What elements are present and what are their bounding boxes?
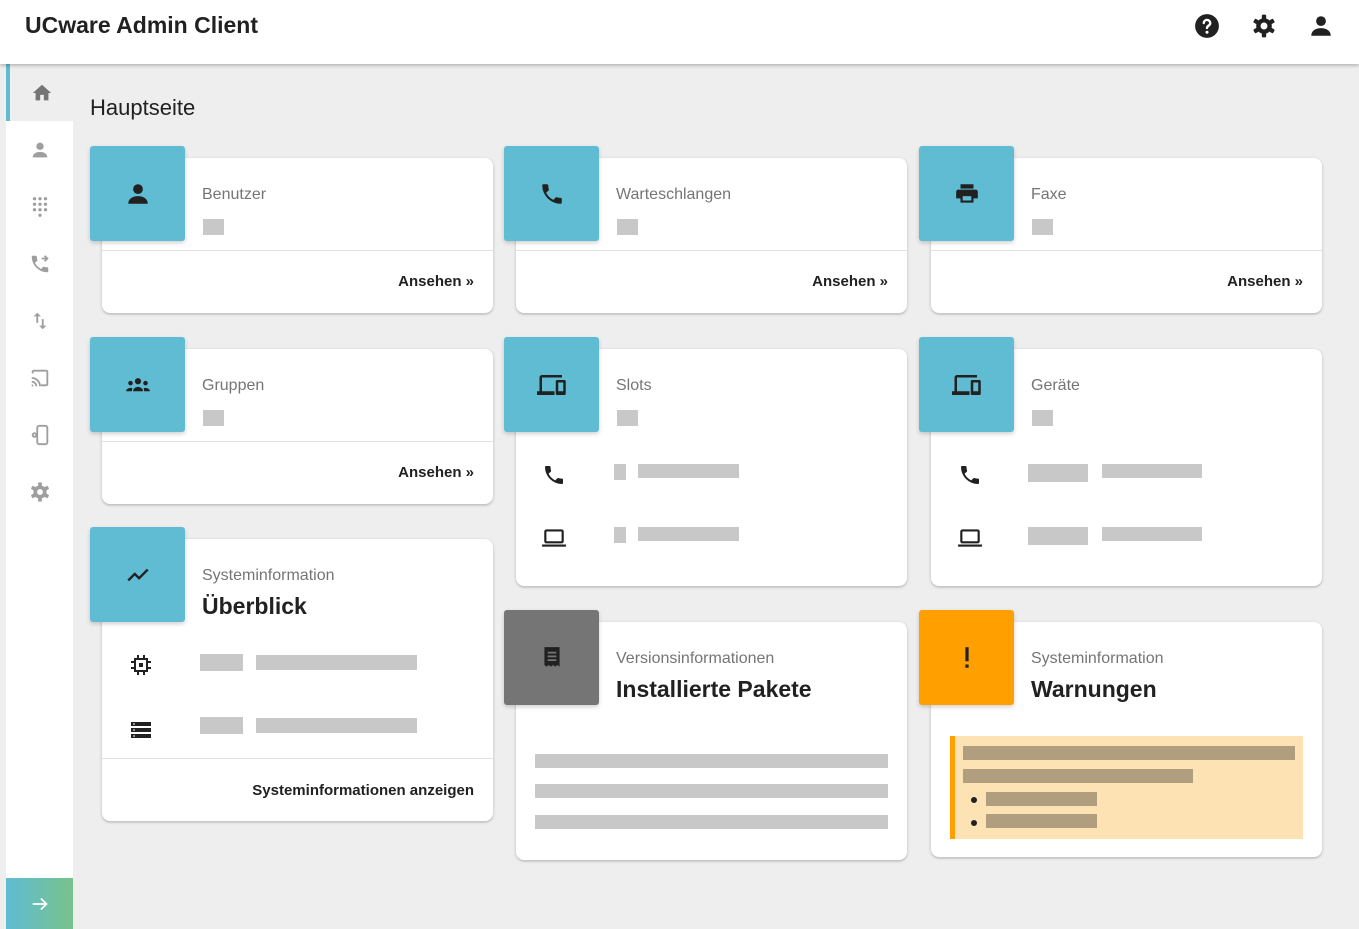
dialpad-icon <box>32 196 47 217</box>
sidebar-item-users[interactable] <box>6 121 73 178</box>
sidebar <box>6 64 73 929</box>
laptop-icon <box>956 524 984 552</box>
swap-vert-icon <box>33 312 46 329</box>
settings-icon <box>30 481 49 502</box>
cast-icon <box>31 369 48 386</box>
storage-icon <box>127 716 155 744</box>
card-label: Warteschlangen <box>616 186 732 203</box>
phone-icon <box>540 461 568 489</box>
card-faxe-tile <box>919 146 1014 241</box>
page-title: Hauptseite <box>90 95 196 120</box>
sidebar-item-dialpad[interactable] <box>6 178 73 235</box>
warning-box <box>950 736 1303 839</box>
card-packages-tile <box>504 610 599 705</box>
card-gruppen-tile <box>90 337 185 432</box>
card-subtitle: Versionsinformationen <box>616 650 775 667</box>
printer-icon <box>955 183 978 203</box>
person-icon <box>32 142 47 157</box>
card-benutzer-tile <box>90 146 185 241</box>
view-queues-link[interactable]: Ansehen » <box>812 273 888 290</box>
groups-icon <box>125 377 150 391</box>
settings-icon[interactable] <box>1250 12 1278 40</box>
phonelink-setup-icon <box>31 424 48 445</box>
card-title: Überblick <box>202 593 307 619</box>
card-geraete-tile <box>919 337 1014 432</box>
view-groups-link[interactable]: Ansehen » <box>398 464 474 481</box>
account-icon[interactable] <box>1307 12 1335 40</box>
view-faxes-link[interactable]: Ansehen » <box>1227 273 1303 290</box>
sidebar-item-home[interactable] <box>6 64 73 121</box>
devices-icon <box>951 374 981 395</box>
sidebar-item-settings[interactable] <box>6 463 73 520</box>
sidebar-item-call-forwarding[interactable] <box>6 235 73 292</box>
value-placeholder <box>617 219 638 235</box>
cpu-icon <box>127 651 155 679</box>
card-label: Gruppen <box>202 377 265 394</box>
sidebar-item-device-setup[interactable] <box>6 406 73 463</box>
devices-icon <box>536 374 566 395</box>
card-label: Geräte <box>1031 377 1080 394</box>
card-title: Installierte Pakete <box>616 676 812 702</box>
card-subtitle: Systeminformation <box>1031 650 1164 667</box>
sidebar-item-transfer[interactable] <box>6 292 73 349</box>
card-overview-tile <box>90 527 185 622</box>
value-placeholder <box>203 410 224 426</box>
card-subtitle: Systeminformation <box>202 567 335 584</box>
card-title: Warnungen <box>1031 676 1157 702</box>
card-label: Benutzer <box>202 186 267 203</box>
person-icon <box>127 183 148 204</box>
value-placeholder <box>1032 219 1053 235</box>
phone-icon <box>956 461 984 489</box>
app-title: UCware Admin Client <box>25 12 259 38</box>
value-placeholder <box>1032 410 1053 426</box>
card-warteschlangen-tile <box>504 146 599 241</box>
show-systeminfo-link[interactable]: Systeminformationen anzeigen <box>252 782 474 799</box>
card-warnings-tile <box>919 610 1014 705</box>
card-slots-tile <box>504 337 599 432</box>
sidebar-expand-button[interactable] <box>6 878 73 929</box>
sidebar-item-cast[interactable] <box>6 349 73 406</box>
help-icon[interactable] <box>1193 12 1221 40</box>
home-icon <box>32 84 51 100</box>
card-label: Faxe <box>1031 186 1067 203</box>
top-bar: UCware Admin Client <box>0 0 1359 64</box>
value-placeholder <box>617 410 638 426</box>
receipt-icon <box>543 646 560 667</box>
card-label: Slots <box>616 377 652 394</box>
phone-icon <box>541 183 562 204</box>
arrow-right-icon <box>32 897 48 910</box>
exclamation-icon <box>964 646 969 668</box>
trending-icon <box>126 568 149 581</box>
view-users-link[interactable]: Ansehen » <box>398 273 474 290</box>
laptop-icon <box>540 524 568 552</box>
value-placeholder <box>203 219 224 235</box>
phone-forward-icon <box>31 254 49 272</box>
